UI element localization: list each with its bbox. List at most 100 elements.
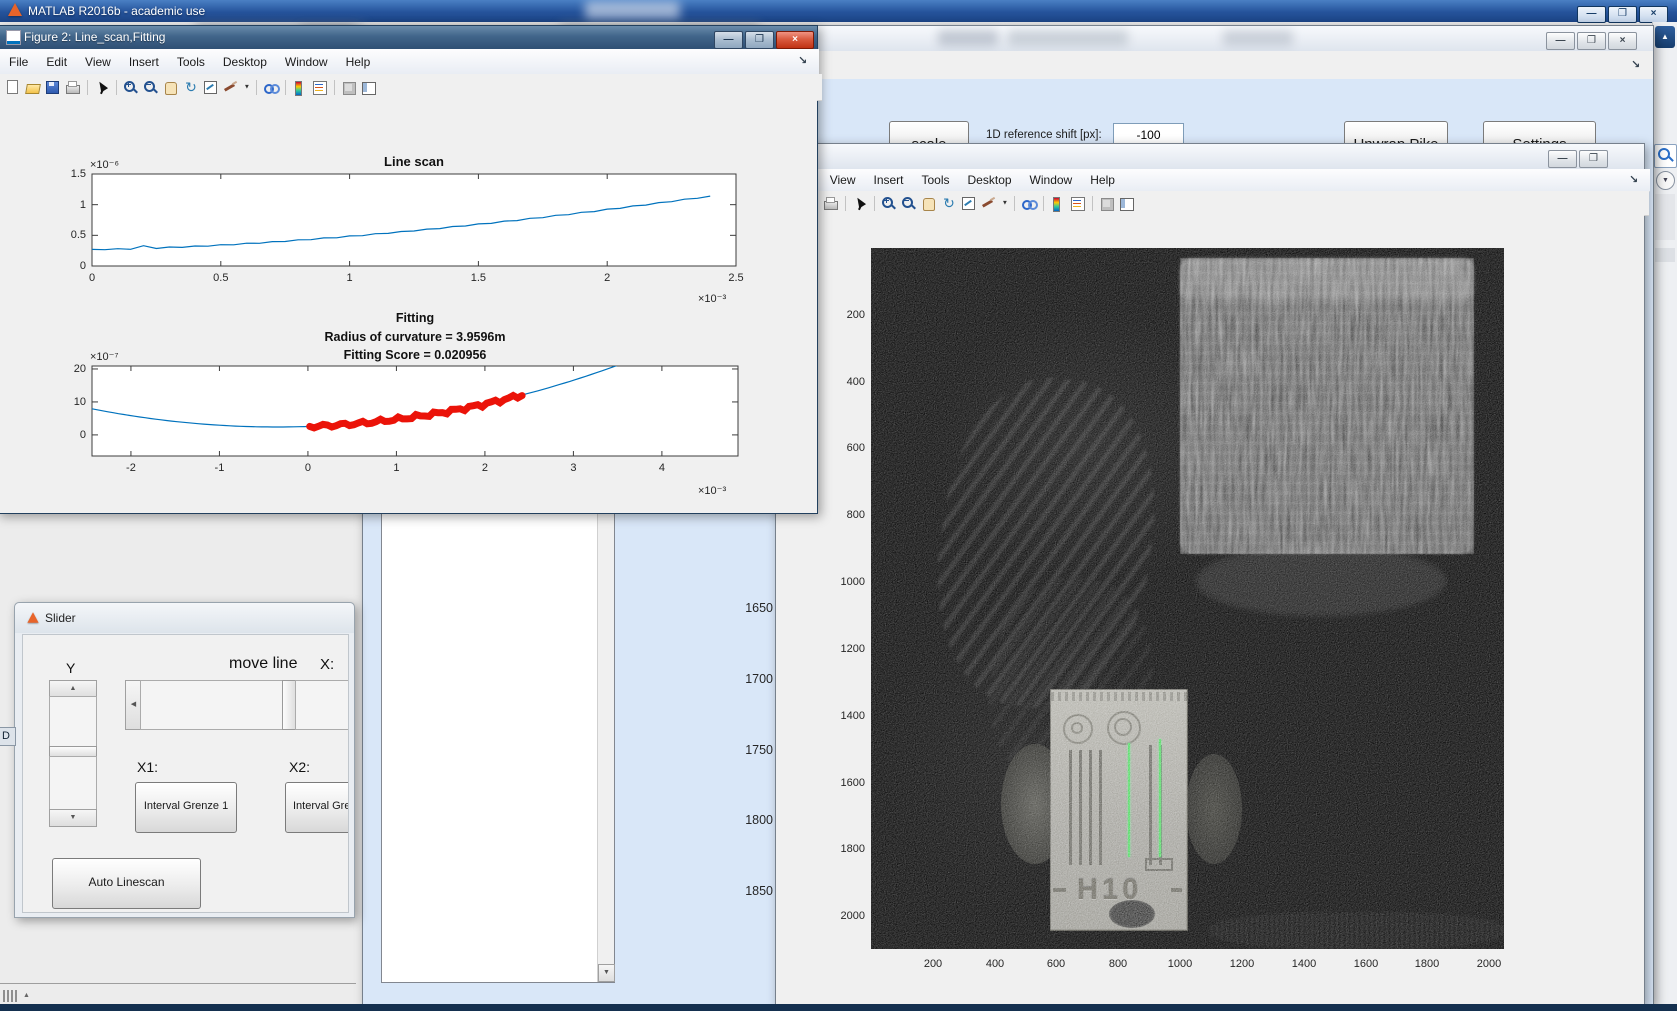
menu-item-file[interactable]: File (0, 52, 37, 72)
caret-down-icon[interactable] (1000, 195, 1009, 212)
slider-window: Slider Y move line X: ▲ ▼ ◀ X1: X2: Inte… (14, 602, 355, 918)
zoom-out-icon[interactable] (142, 79, 160, 96)
link-plot-icon[interactable] (262, 79, 280, 96)
link-plot-icon[interactable] (1020, 195, 1038, 212)
open-folder-icon[interactable] (24, 79, 42, 96)
interval-grenze-1-button[interactable]: Interval Grenze 1 (135, 782, 237, 833)
scroll-down-icon[interactable]: ▼ (598, 964, 615, 982)
print-icon[interactable] (822, 195, 840, 212)
dock-arrow-icon[interactable]: ↘ (1631, 58, 1640, 71)
hidden-axis-y-tick: 1650 (745, 601, 773, 615)
restore-button[interactable]: ❐ (745, 31, 774, 49)
menu-item-desktop[interactable]: Desktop (959, 170, 1021, 190)
data-cursor-icon[interactable] (960, 195, 978, 212)
figure2-window-controls: — ❐ × (712, 29, 814, 49)
zoom-in-icon[interactable] (122, 79, 140, 96)
interferogram-image[interactable]: H10 (871, 248, 1504, 949)
menu-item-insert[interactable]: Insert (120, 52, 168, 72)
pan-hand-icon[interactable] (162, 79, 180, 96)
figure2-client: Line scan Fitting Radius of curvature = … (0, 100, 817, 513)
restore-button[interactable]: ❐ (1577, 32, 1606, 50)
plottools-b-icon[interactable] (1118, 195, 1136, 212)
hidden-axis-y-tick: 1800 (745, 813, 773, 828)
zoom-in-icon[interactable] (880, 195, 898, 212)
menu-item-window[interactable]: Window (276, 52, 337, 72)
toolbar-separator (87, 79, 88, 95)
interval-grenze-2-button[interactable]: Interval Gren (285, 782, 348, 833)
menu-item-window[interactable]: Window (1021, 170, 1082, 190)
close-button[interactable]: × (1608, 32, 1637, 50)
insert-colorbar-icon[interactable] (291, 79, 309, 96)
figure2-title: Figure 2: Line_scan,Fitting (24, 30, 166, 44)
save-icon[interactable] (44, 79, 62, 96)
rotate-3d-icon[interactable] (940, 195, 958, 212)
menu-item-tools[interactable]: Tools (168, 52, 214, 72)
menu-item-tools[interactable]: Tools (913, 170, 959, 190)
minimize-button[interactable]: — (1577, 6, 1606, 23)
image-x-tick: 1200 (1229, 958, 1255, 970)
image-y-tick: 200 (846, 309, 865, 321)
menu-item-edit[interactable]: Edit (37, 52, 76, 72)
splitter-grip[interactable]: ▲ (3, 990, 43, 1003)
cursor-icon[interactable] (851, 195, 869, 212)
close-button[interactable]: × (1639, 6, 1668, 23)
slider-client: Y move line X: ▲ ▼ ◀ X1: X2: Interval Gr… (22, 634, 349, 913)
dock-arrow-icon[interactable]: ↘ (1629, 173, 1638, 186)
zoom-out-icon[interactable] (900, 195, 918, 212)
plottools-b-icon[interactable] (360, 79, 378, 96)
figure2-plots (91, 173, 739, 457)
menu-item-desktop[interactable]: Desktop (214, 52, 276, 72)
move-line-label: move line (229, 655, 298, 672)
maximize-button[interactable]: ❐ (1608, 6, 1637, 23)
image-x-tick: 800 (1108, 958, 1128, 970)
image-x-tick: 1800 (1414, 958, 1440, 970)
minimize-button[interactable]: — (1546, 32, 1575, 50)
y-tick: 0 (79, 428, 86, 441)
figured-menubar: EditViewInsertToolsDesktopWindowHelp (776, 169, 1650, 192)
collapse-toolstrip-icon[interactable]: ▲ (1655, 26, 1675, 48)
menu-item-view[interactable]: View (821, 170, 865, 190)
cursor-icon[interactable] (93, 79, 111, 96)
menu-item-insert[interactable]: Insert (864, 170, 912, 190)
plottools-a-icon[interactable] (1098, 195, 1116, 212)
caret-down-icon[interactable] (242, 79, 251, 96)
rotate-3d-icon[interactable] (182, 79, 200, 96)
toolbar-separator (116, 79, 117, 95)
y-tick: 1.5 (70, 168, 86, 180)
minimize-button[interactable]: — (714, 31, 743, 49)
new-doc-icon[interactable] (4, 79, 22, 96)
matlab-logo-icon (27, 612, 39, 623)
pan-hand-icon[interactable] (920, 195, 938, 212)
plottools-a-icon[interactable] (340, 79, 358, 96)
data-cursor-icon[interactable] (202, 79, 220, 96)
x-slider[interactable]: ◀ (125, 680, 348, 730)
insert-colorbar-icon[interactable] (1049, 195, 1067, 212)
slider-down-icon[interactable]: ▼ (49, 809, 97, 827)
menu-item-help[interactable]: Help (1081, 170, 1124, 190)
brush-icon[interactable] (980, 195, 998, 212)
toolbar-separator (1014, 195, 1015, 211)
menu-item-help[interactable]: Help (337, 52, 380, 72)
close-button[interactable]: × (776, 31, 814, 49)
chevron-down-icon[interactable]: ▼ (1656, 171, 1675, 190)
restore-button[interactable]: ❐ (1579, 150, 1608, 168)
image-y-tick: 1800 (840, 843, 865, 855)
toolbar-separator (1092, 195, 1093, 211)
toolbar-separator (256, 79, 257, 95)
brush-icon[interactable] (222, 79, 240, 96)
dock-arrow-icon[interactable]: ↘ (798, 54, 807, 67)
figured-toolbar (776, 191, 1649, 216)
y-slider[interactable]: ▲ ▼ (49, 680, 97, 827)
x-tick: 1.5 (470, 272, 487, 284)
insert-legend-icon[interactable] (1069, 195, 1087, 212)
insert-legend-icon[interactable] (311, 79, 329, 96)
grip-arrow-icon[interactable]: ▲ (23, 992, 30, 999)
search-icon[interactable] (1654, 144, 1677, 168)
auto-linescan-button[interactable]: Auto Linescan (52, 858, 201, 909)
image-right-pad (1186, 754, 1242, 864)
image-y-tick: 400 (846, 376, 865, 388)
figured-client: H10 200 400 600 800 1000 1200 1400 1600 1800 2000… (776, 215, 1644, 1005)
menu-item-view[interactable]: View (76, 52, 120, 72)
print-icon[interactable] (64, 79, 82, 96)
minimize-button[interactable]: — (1548, 150, 1577, 168)
